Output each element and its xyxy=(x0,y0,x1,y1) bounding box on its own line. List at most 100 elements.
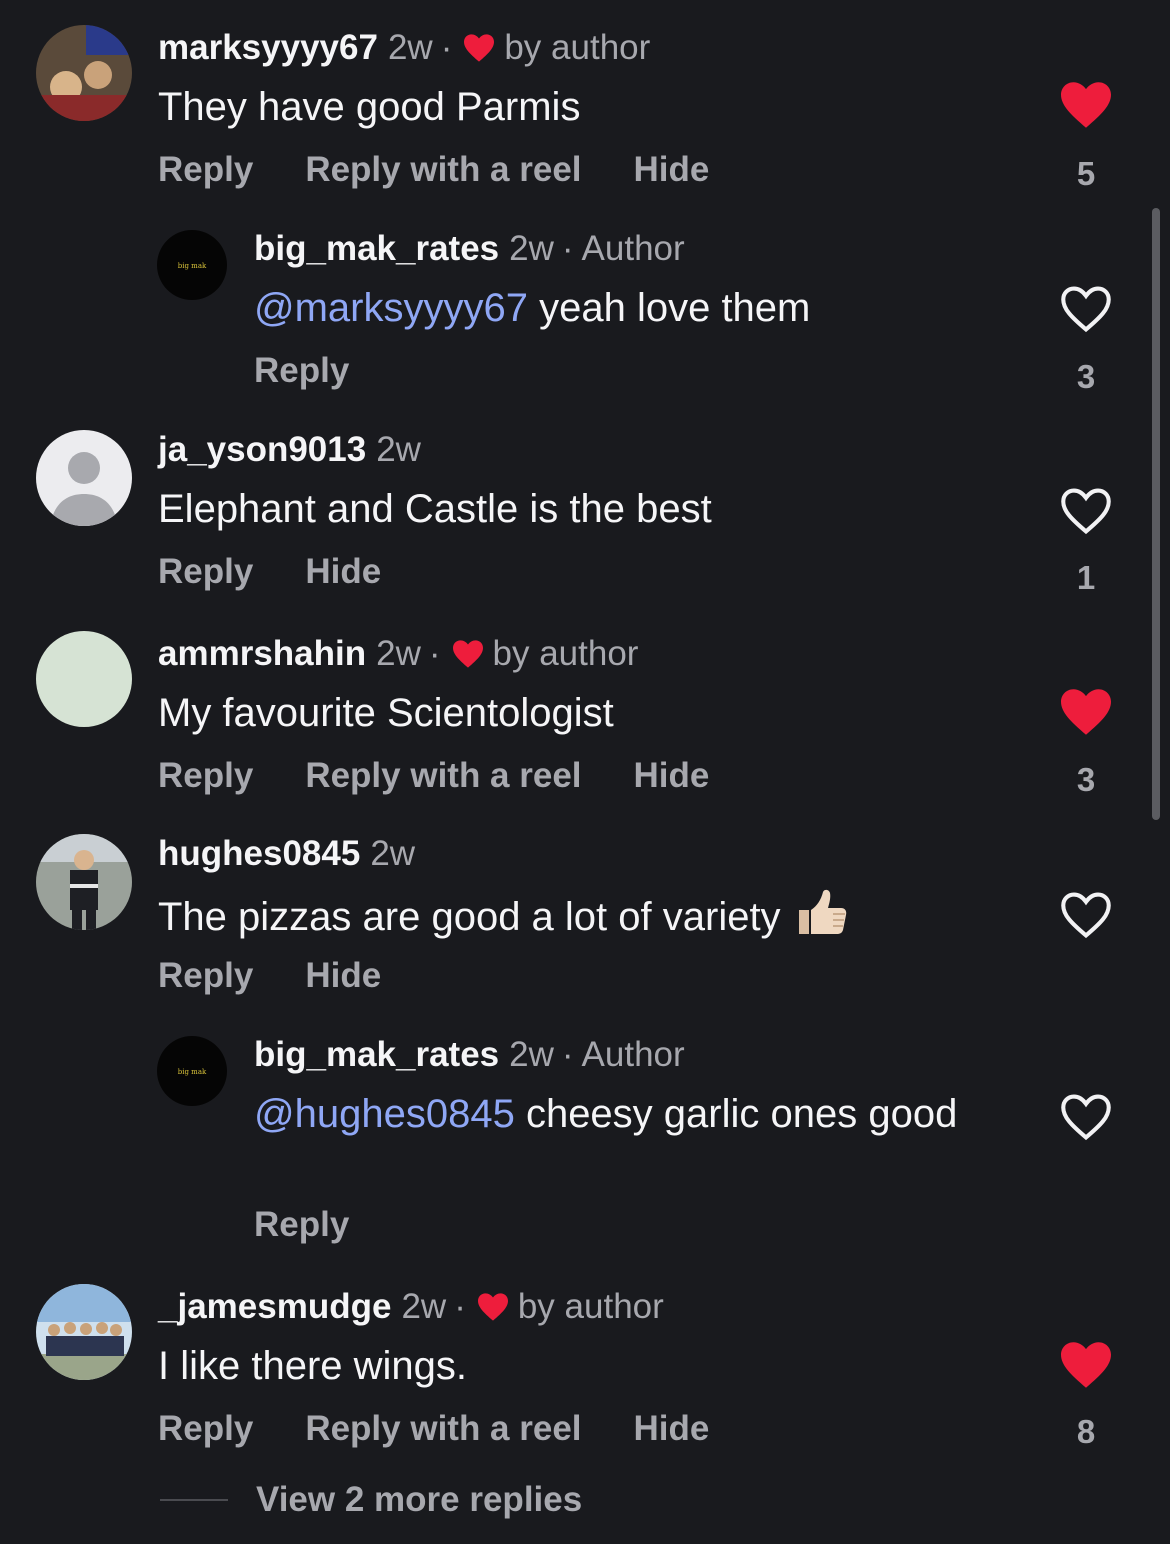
comment-actions: Reply Reply with a reel Hide xyxy=(158,1407,761,1451)
reply-button[interactable]: Reply xyxy=(158,754,253,798)
comment-text: @marksyyyy67 yeah love them xyxy=(254,283,1014,333)
comment-actions: Reply Hide xyxy=(158,954,433,998)
comment-text: @hughes0845 cheesy garlic ones good xyxy=(254,1089,974,1139)
reply-with-reel-button[interactable]: Reply with a reel xyxy=(305,754,581,798)
comment-text: They have good Parmis xyxy=(158,85,581,129)
heart-icon xyxy=(477,1293,508,1321)
like-count: 5 xyxy=(1076,155,1096,192)
username[interactable]: marksyyyy67 xyxy=(158,26,378,70)
separator: · xyxy=(561,229,574,268)
username[interactable]: ammrshahin xyxy=(158,632,366,676)
comment-text-body: cheesy garlic ones good xyxy=(514,1092,958,1136)
like-count: 1 xyxy=(1076,559,1096,596)
default-avatar-icon xyxy=(36,430,132,526)
mention-link[interactable]: @hughes0845 xyxy=(254,1092,515,1136)
heart-outline-icon xyxy=(1061,1094,1111,1141)
reply-with-reel-button[interactable]: Reply with a reel xyxy=(305,148,581,192)
thumbs-up-icon xyxy=(798,889,846,934)
comment-actions: Reply xyxy=(254,349,401,393)
like-button[interactable] xyxy=(1058,890,1114,940)
username[interactable]: big_mak_rates xyxy=(254,227,499,271)
timestamp: 2w xyxy=(376,430,421,469)
avatar[interactable] xyxy=(36,1284,132,1380)
view-more-replies-label: View 2 more replies xyxy=(256,1480,583,1519)
view-more-replies-button[interactable]: View 2 more replies xyxy=(160,1478,582,1522)
divider xyxy=(160,1499,228,1501)
heart-filled-icon xyxy=(1061,689,1111,735)
avatar[interactable] xyxy=(36,430,132,526)
comment-text: My favourite Scientologist xyxy=(158,691,614,735)
avatar-logo-text: big mak xyxy=(178,262,207,270)
heart-outline-icon xyxy=(1061,892,1111,939)
separator: · xyxy=(428,634,441,673)
comment-actions: Reply Hide xyxy=(158,550,433,594)
avatar[interactable] xyxy=(36,25,132,121)
like-count: 8 xyxy=(1076,1413,1096,1450)
heart-icon xyxy=(452,640,483,668)
author-tag: Author xyxy=(581,229,685,268)
by-author-label: by author xyxy=(492,634,639,673)
avatar[interactable] xyxy=(36,834,132,930)
hide-button[interactable]: Hide xyxy=(634,1407,710,1451)
like-button[interactable] xyxy=(1058,80,1114,130)
heart-filled-icon xyxy=(1061,82,1111,128)
timestamp: 2w xyxy=(370,834,416,873)
separator: · xyxy=(454,1287,466,1326)
comment-text-body: The pizzas are good a lot of variety xyxy=(158,895,781,939)
avatar[interactable]: big mak xyxy=(157,230,227,300)
hide-button[interactable]: Hide xyxy=(634,148,710,192)
like-count: 3 xyxy=(1076,761,1096,798)
comment-meta: big_mak_rates 2w · Author xyxy=(254,1033,685,1077)
reply-with-reel-button[interactable]: Reply with a reel xyxy=(305,1407,581,1451)
timestamp: 2w xyxy=(509,1035,554,1074)
avatar-logo-text: big mak xyxy=(178,1068,207,1076)
hide-button[interactable]: Hide xyxy=(305,550,381,594)
username[interactable]: hughes0845 xyxy=(158,832,360,876)
username[interactable]: _jamesmudge xyxy=(158,1285,391,1329)
reply-button[interactable]: Reply xyxy=(158,148,253,192)
reply-button[interactable]: Reply xyxy=(254,1203,349,1247)
comment-text: I like there wings. xyxy=(158,1344,468,1388)
mention-link[interactable]: @marksyyyy67 xyxy=(254,286,528,330)
heart-outline-icon xyxy=(1061,286,1111,333)
reply-button[interactable]: Reply xyxy=(158,954,253,998)
like-button[interactable] xyxy=(1058,284,1114,334)
hide-button[interactable]: Hide xyxy=(305,954,381,998)
comment-actions: Reply Reply with a reel Hide xyxy=(158,148,761,192)
like-count: 3 xyxy=(1076,358,1096,395)
timestamp: 2w xyxy=(376,634,421,673)
reply-button[interactable]: Reply xyxy=(158,550,253,594)
like-button[interactable] xyxy=(1058,1340,1114,1390)
comment-meta: big_mak_rates 2w · Author xyxy=(254,227,685,271)
comment-meta: ja_yson9013 2w xyxy=(158,428,421,472)
author-tag: Author xyxy=(581,1035,685,1074)
scrollbar[interactable] xyxy=(1152,208,1160,820)
timestamp: 2w xyxy=(387,28,433,67)
reply-button[interactable]: Reply xyxy=(254,349,349,393)
comment-text: The pizzas are good a lot of variety xyxy=(158,888,978,942)
comment-actions: Reply Reply with a reel Hide xyxy=(158,754,761,798)
like-button[interactable] xyxy=(1058,486,1114,536)
comment-text: Elephant and Castle is the best xyxy=(158,487,712,531)
reply-button[interactable]: Reply xyxy=(158,1407,253,1451)
heart-filled-icon xyxy=(1061,1342,1111,1388)
comment-meta: marksyyyy67 2w · by author xyxy=(158,26,650,70)
comment-meta: _jamesmudge 2w · by author xyxy=(158,1285,664,1329)
avatar[interactable] xyxy=(36,631,132,727)
heart-icon xyxy=(464,34,495,62)
hide-button[interactable]: Hide xyxy=(634,754,710,798)
comment-meta: hughes0845 2w xyxy=(158,832,415,876)
like-button[interactable] xyxy=(1058,687,1114,737)
by-author-label: by author xyxy=(504,28,651,67)
username[interactable]: ja_yson9013 xyxy=(158,428,366,472)
separator: · xyxy=(561,1035,574,1074)
avatar[interactable]: big mak xyxy=(157,1036,227,1106)
comment-meta: ammrshahin 2w · by author xyxy=(158,632,638,676)
comment-text-body: yeah love them xyxy=(527,286,811,330)
by-author-label: by author xyxy=(517,1287,664,1326)
username[interactable]: big_mak_rates xyxy=(254,1033,499,1077)
heart-outline-icon xyxy=(1061,488,1111,535)
like-button[interactable] xyxy=(1058,1092,1114,1142)
comment-actions: Reply xyxy=(254,1203,401,1247)
separator: · xyxy=(440,28,453,67)
